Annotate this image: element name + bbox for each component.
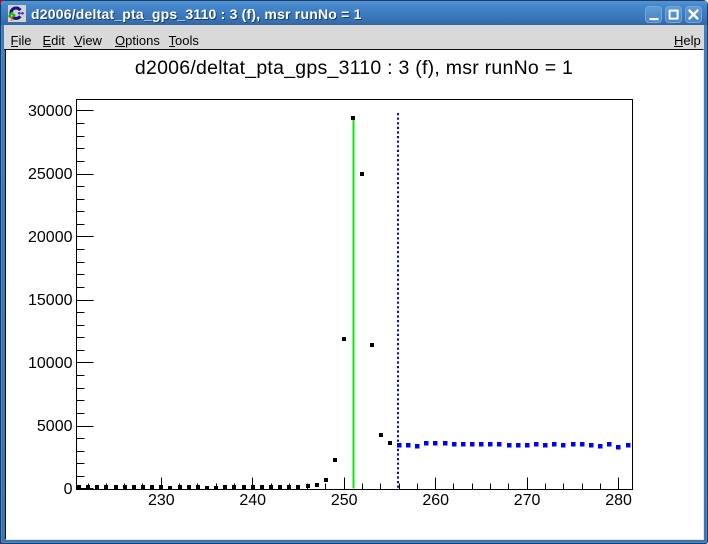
svg-text:20000: 20000 — [28, 229, 73, 246]
svg-text:240: 240 — [239, 492, 266, 509]
svg-text:270: 270 — [514, 492, 541, 509]
svg-text:0: 0 — [64, 481, 73, 498]
svg-text:30000: 30000 — [28, 103, 73, 120]
svg-text:230: 230 — [148, 492, 175, 509]
svg-text:10000: 10000 — [28, 355, 73, 372]
svg-text:d2006/deltat_pta_gps_3110 : 3: d2006/deltat_pta_gps_3110 : 3 (f), msr r… — [135, 57, 573, 79]
svg-text:280: 280 — [605, 492, 632, 509]
svg-text:15000: 15000 — [28, 292, 73, 309]
svg-text:250: 250 — [331, 492, 358, 509]
svg-text:260: 260 — [422, 492, 449, 509]
svg-text:25000: 25000 — [28, 166, 73, 183]
svg-text:5000: 5000 — [37, 418, 73, 435]
